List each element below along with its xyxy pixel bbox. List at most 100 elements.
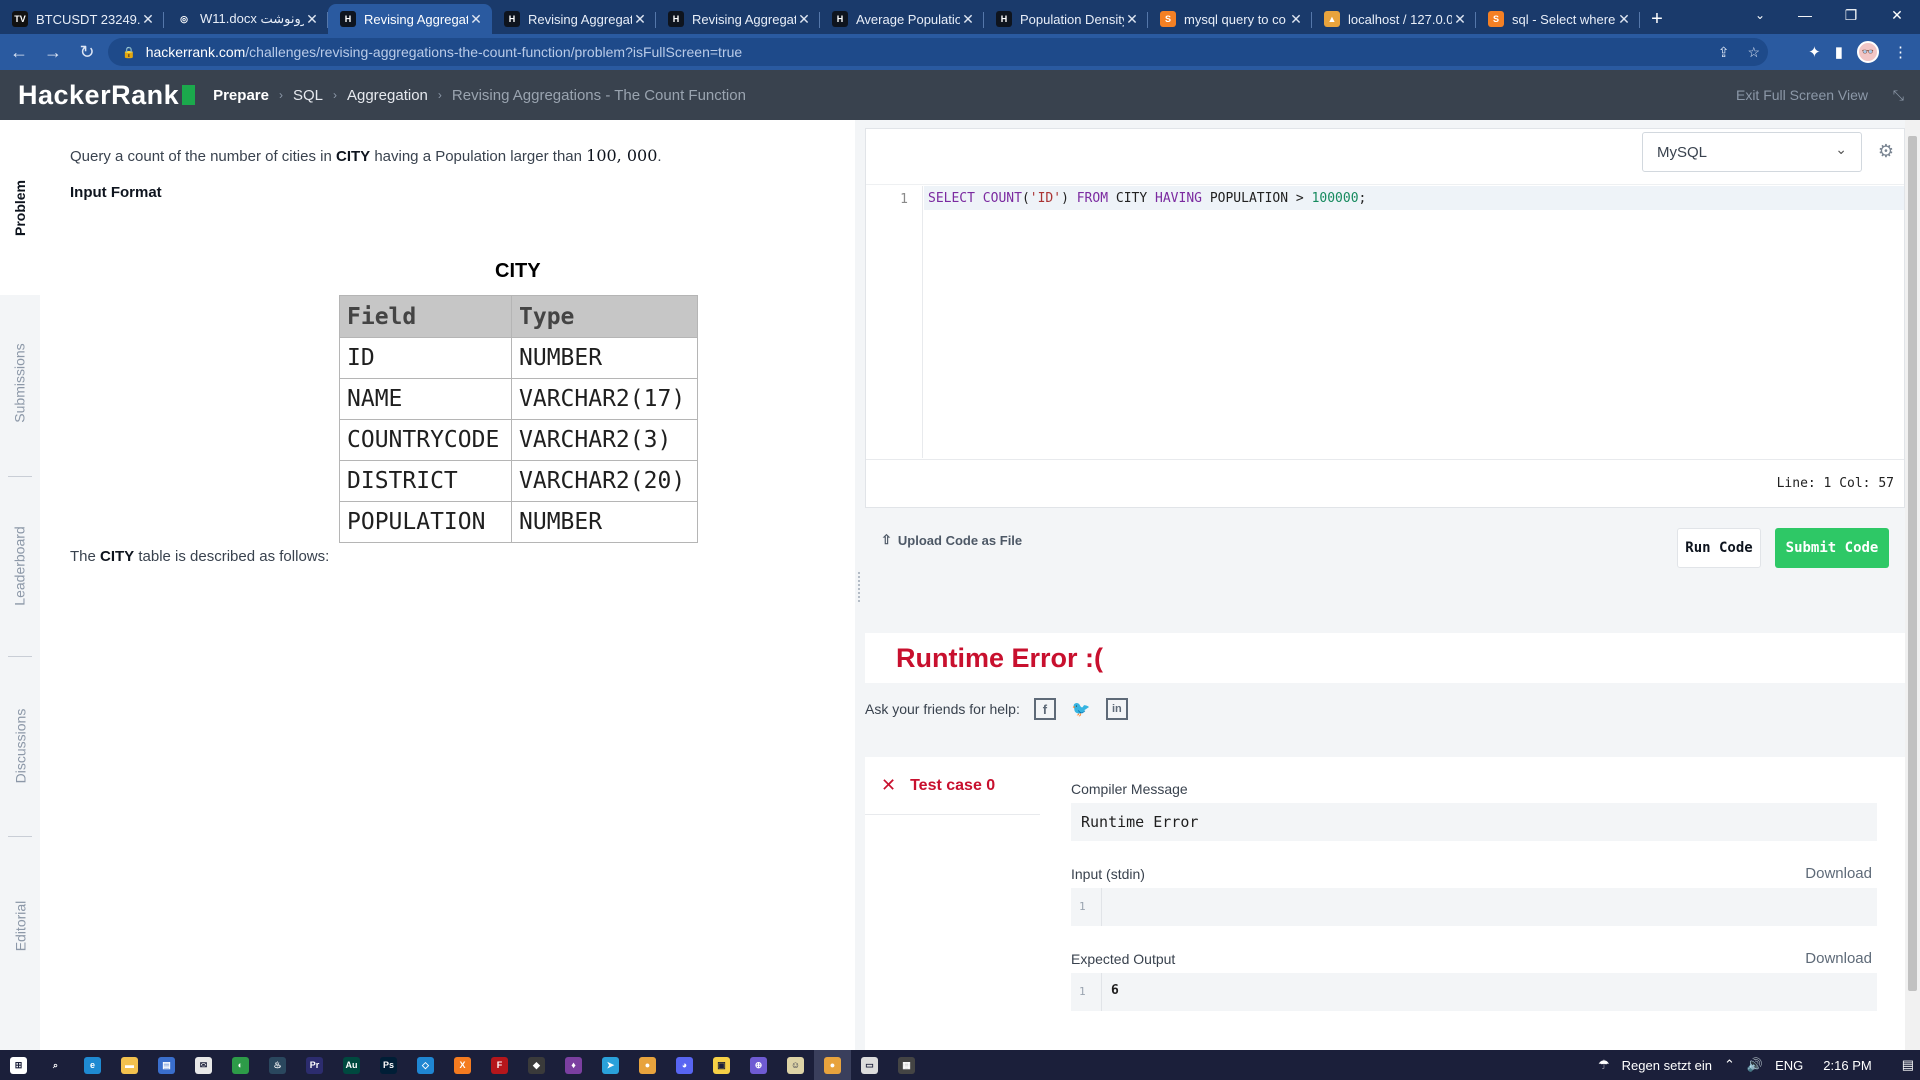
close-tab-icon[interactable]: ✕ — [1288, 11, 1304, 28]
hackerrank-icon: H — [996, 11, 1012, 27]
language-indicator[interactable]: ENG — [1775, 1058, 1803, 1073]
discord-icon[interactable]: ◕ — [666, 1050, 703, 1080]
mail-icon[interactable]: ✉ — [185, 1050, 222, 1080]
chrome-icon[interactable]: ● — [629, 1050, 666, 1080]
xampp-icon-glyph: X — [454, 1056, 471, 1074]
app-icon[interactable]: ♦ — [555, 1050, 592, 1080]
profile-avatar-icon[interactable]: 👓 — [1857, 41, 1879, 63]
vscode-icon[interactable]: ◇ — [407, 1050, 444, 1080]
browser-tab[interactable]: TV BTCUSDT 23249.72✕ — [0, 4, 164, 34]
browser-tab[interactable]: H Average Populatio ✕ — [820, 4, 984, 34]
browser-tab[interactable]: ◎ W11.docx رونوشت ✕ — [164, 4, 328, 34]
back-icon[interactable]: ← — [4, 37, 34, 67]
browser-tab[interactable]: Smysql query to co ✕ — [1148, 4, 1312, 34]
search-icon[interactable]: ⌕ — [37, 1050, 74, 1080]
tab-discussions[interactable]: Discussions — [0, 656, 40, 836]
forward-icon[interactable]: → — [38, 37, 68, 67]
volume-icon[interactable]: 🔊 — [1747, 1057, 1763, 1073]
crumb-sql[interactable]: SQL — [293, 87, 323, 104]
browser-tab[interactable]: Ssql - Select where ✕ — [1476, 4, 1640, 34]
download-input-link[interactable]: Download — [1805, 865, 1872, 882]
filezilla-icon[interactable]: F — [481, 1050, 518, 1080]
facebook-icon[interactable]: f — [1033, 698, 1056, 720]
xampp-icon[interactable]: X — [444, 1050, 481, 1080]
clock[interactable]: 2:16 PM — [1823, 1058, 1871, 1073]
close-tab-icon[interactable]: ✕ — [796, 11, 812, 28]
close-tab-icon[interactable]: ✕ — [960, 11, 976, 28]
tab-leaderboard[interactable]: Leaderboard — [0, 476, 40, 656]
gear-icon[interactable]: ⚙ — [1876, 141, 1896, 161]
crumb-prepare[interactable]: Prepare — [213, 87, 269, 104]
testcase-tab[interactable]: ✕ Test case 0 — [865, 757, 1040, 815]
xbox-icon[interactable]: ◐ — [222, 1050, 259, 1080]
run-code-button[interactable]: Run Code — [1677, 528, 1761, 568]
bookmark-star-icon[interactable]: ☆ — [1747, 44, 1760, 61]
linkedin-icon[interactable]: in — [1105, 698, 1128, 720]
close-tab-icon[interactable]: ✕ — [1452, 11, 1468, 28]
premiere-icon[interactable]: Pr — [296, 1050, 333, 1080]
close-window-icon[interactable]: ✕ — [1874, 0, 1920, 30]
git-icon[interactable]: ◆ — [518, 1050, 555, 1080]
edge-icon[interactable]: e — [74, 1050, 111, 1080]
gamepad-icon[interactable]: ⊕ — [740, 1050, 777, 1080]
sidepanel-icon[interactable]: ▮ — [1835, 43, 1843, 61]
share-help: Ask your friends for help: f 🐦 in — [865, 698, 1128, 720]
close-tab-icon[interactable]: ✕ — [304, 11, 320, 28]
collapse-icon[interactable]: ⤡ — [1893, 70, 1904, 120]
twitter-icon[interactable]: 🐦 — [1070, 698, 1092, 720]
tab-search-icon[interactable]: ⌄ — [1740, 0, 1780, 30]
drag-handle-icon[interactable] — [858, 572, 862, 602]
page-scrollbar[interactable] — [1905, 120, 1920, 1050]
submit-code-button[interactable]: Submit Code — [1775, 528, 1889, 568]
language-select[interactable]: MySQL ⌄ — [1642, 132, 1862, 172]
close-tab-icon[interactable]: ✕ — [632, 11, 648, 28]
code-line[interactable]: SELECT COUNT('ID') FROM CITY HAVING POPU… — [928, 191, 1366, 206]
extensions-icon[interactable]: ✦ — [1808, 43, 1821, 61]
tab-submissions[interactable]: Submissions — [0, 295, 40, 470]
hackerrank-logo[interactable]: HackerRank — [18, 80, 196, 111]
store-icon[interactable]: ▤ — [148, 1050, 185, 1080]
browser-tab[interactable]: H Revising Aggregati ✕ — [492, 4, 656, 34]
chrome-active-icon[interactable]: ● — [814, 1050, 851, 1080]
chevron-up-icon[interactable]: ⌃ — [1724, 1057, 1735, 1073]
maximize-icon[interactable]: ❐ — [1828, 0, 1874, 30]
exit-fullscreen-link[interactable]: Exit Full Screen View — [1736, 70, 1868, 120]
browser-tab-title: W11.docx رونوشت — [200, 11, 304, 26]
weather-text[interactable]: Regen setzt ein — [1622, 1058, 1712, 1073]
weather-icon[interactable]: ☂ — [1598, 1057, 1610, 1073]
tab-problem[interactable]: Problem — [0, 120, 40, 295]
steam-icon[interactable]: ♨ — [259, 1050, 296, 1080]
upload-code-link[interactable]: ⇧ Upload Code as File — [881, 532, 1022, 548]
browser-tab[interactable]: H Population Density ✕ — [984, 4, 1148, 34]
address-bar: ← → ↻ 🔒 hackerrank.com/challenges/revisi… — [0, 34, 1920, 70]
tab-editorial[interactable]: Editorial — [0, 836, 40, 1016]
file-explorer-icon[interactable]: ▬ — [111, 1050, 148, 1080]
crumb-aggregation[interactable]: Aggregation — [347, 87, 428, 104]
user-icon[interactable]: ☺ — [777, 1050, 814, 1080]
telegram-icon[interactable]: ➤ — [592, 1050, 629, 1080]
code-editor[interactable]: MySQL ⌄ ⚙ 1 SELECT COUNT('ID') FROM CITY… — [865, 128, 1905, 508]
photoshop-icon-glyph: Ps — [380, 1056, 397, 1074]
menu-icon[interactable]: ⋮ — [1893, 43, 1908, 61]
close-tab-icon[interactable]: ✕ — [1124, 11, 1140, 28]
download-expected-link[interactable]: Download — [1805, 950, 1872, 967]
minimize-icon[interactable]: — — [1782, 0, 1828, 30]
close-tab-icon[interactable]: ✕ — [468, 11, 484, 28]
share-icon[interactable]: ⇪ — [1718, 44, 1730, 61]
notification-icon[interactable]: ▤ — [1902, 1057, 1914, 1073]
new-tab-icon[interactable]: + — [1640, 4, 1674, 34]
url-field[interactable]: 🔒 hackerrank.com/challenges/revising-agg… — [108, 38, 1768, 66]
browser-tab[interactable]: H Revising Aggregati ✕ — [328, 4, 492, 34]
reload-icon[interactable]: ↻ — [72, 37, 102, 67]
browser-tab[interactable]: H Revising Aggregati ✕ — [656, 4, 820, 34]
close-tab-icon[interactable]: ✕ — [140, 11, 156, 28]
audition-icon[interactable]: Au — [333, 1050, 370, 1080]
sticky-icon[interactable]: ▣ — [703, 1050, 740, 1080]
browser-tab[interactable]: ▲ localhost / 127.0.0 ✕ — [1312, 4, 1476, 34]
close-tab-icon[interactable]: ✕ — [1616, 11, 1632, 28]
scrollbar-thumb[interactable] — [1908, 136, 1917, 991]
calculator-icon[interactable]: ▦ — [888, 1050, 925, 1080]
terminal-icon[interactable]: ▭ — [851, 1050, 888, 1080]
windows-start-icon[interactable]: ⊞ — [0, 1050, 37, 1080]
photoshop-icon[interactable]: Ps — [370, 1050, 407, 1080]
